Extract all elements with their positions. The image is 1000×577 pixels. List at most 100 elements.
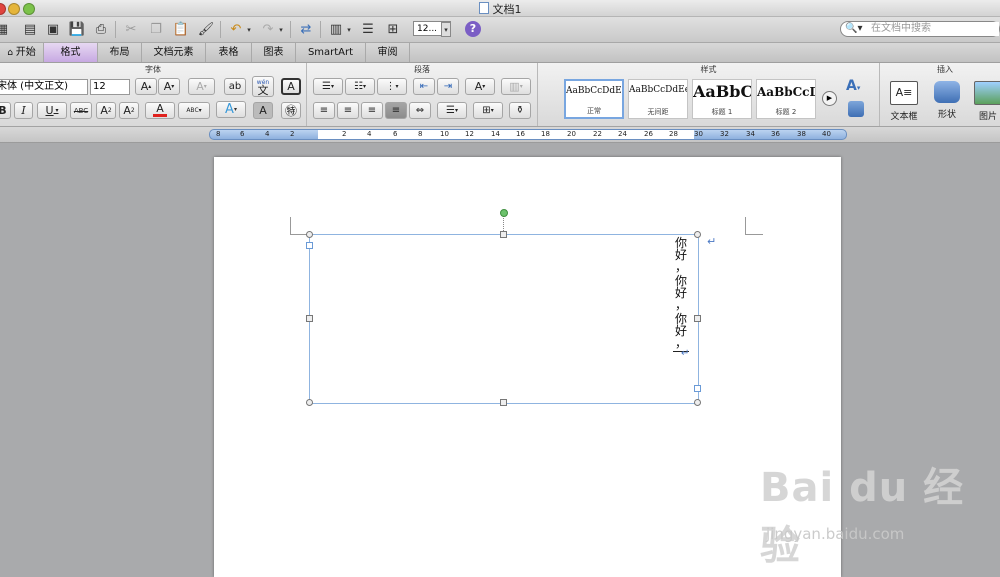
text-box-icon: A≡ — [890, 81, 918, 105]
open-icon[interactable]: ▣ — [43, 20, 63, 39]
tab-review[interactable]: 审阅 — [366, 43, 410, 62]
resize-handle-left[interactable] — [306, 315, 313, 322]
help-icon[interactable]: ? — [465, 21, 481, 37]
toolbar-divider — [115, 21, 116, 38]
line-spacing-button[interactable]: ☰ ▾ — [437, 102, 467, 119]
document-page[interactable]: 你 好 ， 你 好 ， 你 好 ， ↵ ↵ — [214, 157, 841, 577]
tab-label: 格式 — [60, 47, 81, 58]
bullets-button[interactable]: ☰ ▾ — [313, 78, 343, 95]
align-right-button[interactable]: ≡ — [361, 102, 383, 119]
resize-handle-top-left[interactable] — [306, 231, 313, 238]
grow-font-button[interactable]: A ▴ — [135, 78, 157, 95]
view-layout-icon[interactable]: ▥ — [326, 20, 346, 39]
insert-link-icon[interactable]: ⇄ — [296, 20, 316, 39]
ribbon-tabs: ⌂ 开始 格式 布局 文档元素 表格 图表 SmartArt 审阅 — [0, 43, 1000, 63]
distributed-button[interactable]: ⇔ — [409, 102, 431, 119]
text-link-handle-out[interactable] — [694, 385, 701, 392]
increase-indent-button[interactable]: ⇥ — [437, 78, 459, 95]
ruler-tick-label: 38 — [797, 130, 806, 138]
bold-button[interactable]: B — [0, 102, 11, 119]
shading-button[interactable]: ⚱ — [509, 102, 531, 119]
borders-button[interactable]: ⊞ ▾ — [473, 102, 503, 119]
zoom-dropdown-icon[interactable]: ▾ — [441, 22, 451, 37]
pinyin-button[interactable]: wén 文 — [252, 76, 274, 97]
cut-icon[interactable]: ✂ — [121, 20, 141, 39]
align-left-button[interactable]: ≡ — [313, 102, 335, 119]
ruler-tick-label: 2 — [290, 130, 295, 138]
text-box-button[interactable]: A≡ 文本框 — [884, 77, 924, 123]
char-border-button[interactable]: A — [281, 78, 301, 95]
underline-button[interactable]: U ▾ — [37, 102, 67, 119]
view-layout-dropdown-icon[interactable]: ▾ — [344, 20, 354, 39]
tab-tables[interactable]: 表格 — [206, 43, 252, 62]
gallery-icon[interactable]: ▤ — [20, 20, 40, 39]
font-color-bar — [153, 114, 167, 117]
align-center-button[interactable]: ≡ — [337, 102, 359, 119]
font-size-field[interactable]: 12 — [90, 79, 130, 95]
picture-button[interactable]: 图片 — [968, 77, 1000, 123]
resize-handle-top-right[interactable] — [694, 231, 701, 238]
text-box-content[interactable]: 你 好 ， 你 好 ， 你 好 ， — [674, 237, 688, 349]
paste-icon[interactable]: 📋 — [171, 20, 191, 39]
redo-dropdown-icon[interactable]: ▾ — [276, 20, 286, 39]
numbering-button[interactable]: ☷ ▾ — [345, 78, 375, 95]
manage-styles-icon[interactable] — [848, 101, 864, 117]
horizontal-ruler[interactable]: 8 6 4 2 2 4 6 8 10 12 14 16 18 20 22 24 26 28 30 32 34 36 38 40 — [209, 129, 847, 140]
media-browser-icon[interactable]: ⊞ — [383, 20, 403, 39]
resize-handle-bottom-right[interactable] — [694, 399, 701, 406]
char-shading-button[interactable]: A — [253, 102, 273, 119]
resize-handle-bottom[interactable] — [500, 399, 507, 406]
justify-button[interactable]: ≡ — [385, 102, 407, 119]
style-heading-2[interactable]: AaBbCcDe 标题 2 — [756, 79, 816, 119]
tab-document-elements[interactable]: 文档元素 — [142, 43, 206, 62]
shrink-font-button[interactable]: A ▾ — [158, 78, 180, 95]
undo-icon[interactable]: ↶ — [226, 20, 246, 39]
resize-handle-top[interactable] — [500, 231, 507, 238]
strikethrough-button[interactable]: ABC — [70, 102, 92, 119]
highlight-button[interactable]: ABC▾ — [178, 102, 210, 119]
format-painter-icon[interactable]: 🖌 — [196, 20, 216, 39]
ruler-tick-label: 10 — [440, 130, 449, 138]
font-name-field[interactable]: 宋体 (中文正文) — [0, 79, 88, 95]
shapes-button[interactable]: 形状 — [927, 77, 967, 123]
tab-smartart[interactable]: SmartArt — [296, 43, 366, 62]
search-field[interactable]: 🔍▾ 在文档中搜索 — [840, 21, 1000, 37]
text-direction-button[interactable]: A ▾ — [465, 78, 495, 95]
tab-home[interactable]: ⌂ 开始 — [0, 43, 44, 62]
save-icon[interactable]: 💾 — [67, 20, 87, 39]
font-color-button[interactable]: A — [145, 102, 175, 119]
tab-format[interactable]: 格式 — [44, 43, 98, 62]
search-input[interactable]: 在文档中搜索 — [871, 22, 999, 36]
vertical-text-box[interactable]: 你 好 ， 你 好 ， 你 好 ， ↵ — [306, 231, 701, 406]
phonetic-guide-button[interactable]: ab — [224, 78, 246, 95]
style-no-spacing[interactable]: AaBbCcDdEe 无间距 — [628, 79, 688, 119]
print-icon[interactable]: ⎙ — [91, 20, 111, 39]
undo-dropdown-icon[interactable]: ▾ — [244, 20, 254, 39]
multilevel-list-button[interactable]: ⋮ ▾ — [377, 78, 407, 95]
tab-charts[interactable]: 图表 — [252, 43, 296, 62]
style-name: 标题 2 — [775, 108, 797, 116]
text-link-handle-in[interactable] — [306, 242, 313, 249]
columns-button[interactable]: ▥ ▾ — [501, 78, 531, 95]
resize-handle-right[interactable] — [694, 315, 701, 322]
ruler-tick-label: 22 — [593, 130, 602, 138]
clear-formatting-button[interactable]: A ▾ — [188, 78, 215, 95]
redo-icon[interactable]: ↷ — [258, 20, 278, 39]
sidebar-icon[interactable]: ▦ — [0, 20, 12, 39]
resize-handle-bottom-left[interactable] — [306, 399, 313, 406]
text-effects-button[interactable]: A ▾ — [216, 101, 246, 118]
document-map-icon[interactable]: ☰ — [358, 20, 378, 39]
styles-next-icon[interactable]: ▶ — [822, 91, 837, 106]
search-icon[interactable]: 🔍▾ — [845, 22, 862, 36]
subscript-button[interactable]: A2 — [119, 102, 139, 119]
tab-layout[interactable]: 布局 — [98, 43, 142, 62]
style-normal[interactable]: AaBbCcDdEe 正常 — [564, 79, 624, 119]
superscript-button[interactable]: A2 — [96, 102, 116, 119]
italic-button[interactable]: I — [14, 102, 33, 119]
rotate-handle[interactable] — [500, 209, 508, 217]
copy-icon[interactable]: ❐ — [146, 20, 166, 39]
styles-pane-icon[interactable]: A▾ — [846, 78, 860, 94]
enclose-char-button[interactable]: ㊕ — [281, 102, 301, 119]
decrease-indent-button[interactable]: ⇤ — [413, 78, 435, 95]
style-heading-1[interactable]: AaBbC 标题 1 — [692, 79, 752, 119]
